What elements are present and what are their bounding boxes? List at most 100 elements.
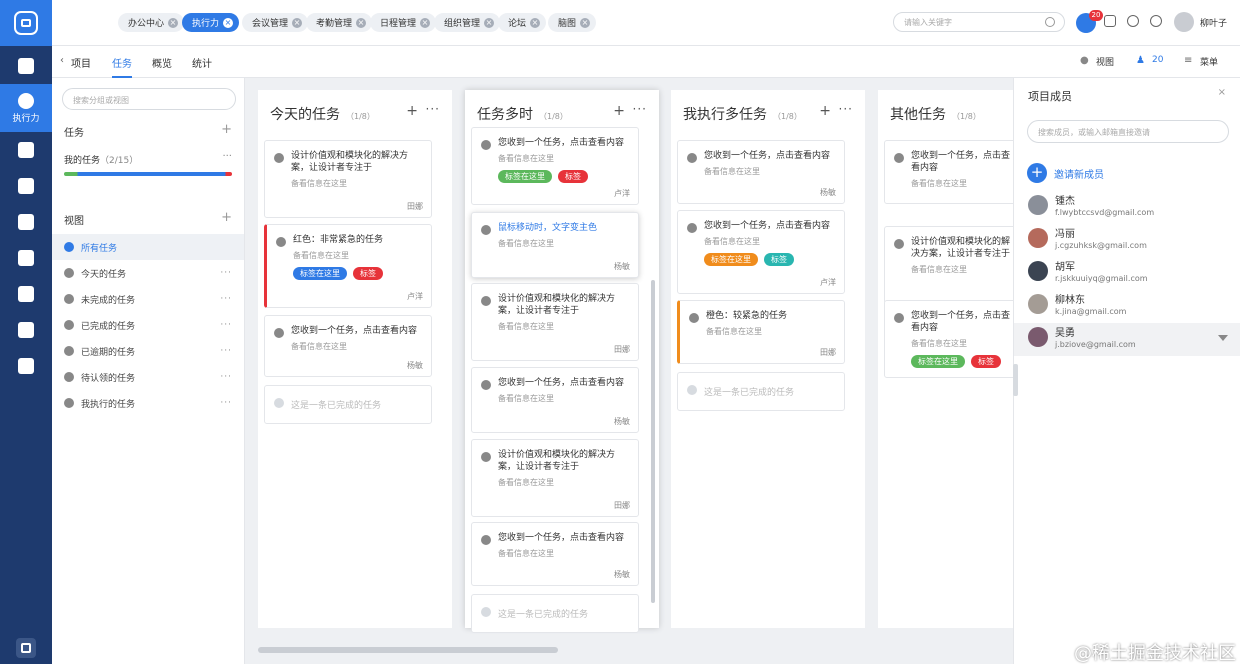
task-card[interactable]: 橙色：较紧急的任务 备看信息在这里 田娜: [677, 300, 845, 364]
add-view-icon[interactable]: +: [221, 210, 232, 225]
completed-task-card[interactable]: 这是一条已完成的任务: [471, 594, 639, 633]
task-card[interactable]: 设计价值观和模块化的解决方案，让设计者专注于 备看信息在这里 田娜: [264, 140, 432, 218]
task-tag[interactable]: 标签: [764, 253, 794, 266]
task-card[interactable]: 红色：非常紧急的任务 备看信息在这里 标签在这里 标签 卢洋: [264, 224, 432, 308]
check-icon[interactable]: [274, 398, 284, 408]
view-item[interactable]: 已完成的任务 ···: [52, 312, 244, 338]
member-item[interactable]: 柳林东 k.jina@gmail.com: [1014, 290, 1240, 323]
task-card[interactable]: 您收到一个任务，点击查看内容 备看信息在这里 标签在这里 标签 卢洋: [471, 127, 639, 205]
member-icon[interactable]: ♟: [1136, 55, 1145, 66]
task-status-icon[interactable]: [481, 296, 491, 306]
add-task-icon[interactable]: +: [221, 122, 232, 137]
task-card[interactable]: 设计价值观和模块化的解决方案，让设计者专注于 备看信息在这里: [884, 226, 1024, 304]
task-card[interactable]: 您收到一个任务，点击查看内容 备看信息在这里 标签在这里 标签 卢洋: [677, 210, 845, 294]
task-tag[interactable]: 标签在这里: [704, 253, 758, 266]
nav-touch[interactable]: [0, 168, 52, 204]
column-more-icon[interactable]: ···: [633, 102, 647, 116]
completed-task-card[interactable]: 这是一条已完成的任务: [677, 372, 845, 411]
task-status-icon[interactable]: [687, 223, 697, 233]
apps-grid-icon[interactable]: [16, 638, 36, 658]
tab-7[interactable]: 脑图 ×: [548, 13, 597, 32]
eye-icon[interactable]: ●: [1080, 55, 1089, 66]
back-project[interactable]: 项目: [71, 55, 91, 70]
my-tasks[interactable]: 我的任务（2/15）: [64, 153, 138, 166]
user-name[interactable]: 柳叶子: [1200, 16, 1227, 29]
tab-3[interactable]: 考勤管理 ×: [306, 13, 373, 32]
view-more-icon[interactable]: ···: [220, 294, 232, 304]
task-status-icon[interactable]: [481, 140, 491, 150]
power-icon[interactable]: [1150, 15, 1162, 27]
task-tag[interactable]: 标签在这里: [293, 267, 347, 280]
task-status-icon[interactable]: [276, 237, 286, 247]
tab-4[interactable]: 日程管理 ×: [370, 13, 437, 32]
search-input[interactable]: 请输入关键字: [893, 12, 1065, 32]
view-item[interactable]: 待认领的任务 ···: [52, 364, 244, 390]
nav-mindmap[interactable]: [0, 312, 52, 348]
tab-1[interactable]: 执行力 ×: [182, 13, 240, 32]
tab-5[interactable]: 组织管理 ×: [434, 13, 501, 32]
view-more-icon[interactable]: ···: [220, 372, 232, 382]
add-card-icon[interactable]: +: [406, 103, 418, 119]
task-status-icon[interactable]: [481, 380, 491, 390]
close-icon[interactable]: ×: [292, 17, 303, 28]
tab-6[interactable]: 论坛 ×: [498, 13, 547, 32]
close-icon[interactable]: ×: [530, 17, 541, 28]
task-status-icon[interactable]: [894, 153, 904, 163]
column-more-icon[interactable]: ···: [426, 102, 440, 116]
check-icon[interactable]: [481, 607, 491, 617]
task-status-icon[interactable]: [894, 239, 904, 249]
task-card[interactable]: 您收到一个任务，点击查看内容 备看信息在这里: [884, 140, 1024, 204]
column-more-icon[interactable]: ···: [839, 102, 853, 116]
task-status-icon[interactable]: [481, 452, 491, 462]
task-status-icon[interactable]: [274, 153, 284, 163]
view-more-icon[interactable]: ···: [220, 320, 232, 330]
nav-team[interactable]: [0, 276, 52, 312]
back-icon[interactable]: ‹: [60, 55, 64, 66]
column-scrollbar[interactable]: [651, 280, 655, 603]
nav-office[interactable]: [0, 48, 52, 84]
panel-drag-handle[interactable]: [1013, 364, 1018, 396]
view-item[interactable]: 我执行的任务 ···: [52, 390, 244, 416]
task-tag[interactable]: 标签: [558, 170, 588, 183]
invite-member-button[interactable]: + 邀请新成员: [1027, 163, 1104, 183]
view-item[interactable]: 今天的任务 ···: [52, 260, 244, 286]
nav-org[interactable]: [0, 240, 52, 276]
task-tag[interactable]: 标签: [971, 355, 1001, 368]
view-more-icon[interactable]: ···: [220, 398, 232, 408]
task-status-icon[interactable]: [687, 153, 697, 163]
task-status-icon[interactable]: [481, 225, 491, 235]
member-item[interactable]: 锺杰 f.lwybtccsvd@gmail.com: [1014, 191, 1240, 224]
tab-overview[interactable]: 概览: [152, 55, 172, 70]
nav-execution[interactable]: 执行力: [0, 84, 52, 132]
view-item[interactable]: 未完成的任务 ···: [52, 286, 244, 312]
my-tasks-more-icon[interactable]: ···: [222, 151, 232, 162]
menu-icon[interactable]: ≡: [1184, 55, 1192, 66]
view-button[interactable]: 视图: [1096, 55, 1114, 68]
close-icon[interactable]: ×: [420, 17, 431, 28]
task-tag[interactable]: 标签在这里: [911, 355, 965, 368]
view-item[interactable]: 所有任务: [52, 234, 244, 260]
add-card-icon[interactable]: +: [819, 103, 831, 119]
task-card[interactable]: 您收到一个任务，点击查看内容 备看信息在这里 杨敏: [677, 140, 845, 204]
task-card[interactable]: 您收到一个任务，点击查看内容 备看信息在这里 标签在这里 标签: [884, 300, 1024, 378]
menu-button[interactable]: 菜单: [1200, 55, 1218, 68]
tab-0[interactable]: 办公中心 ×: [118, 13, 185, 32]
nav-monitor[interactable]: [0, 348, 52, 384]
nav-calendar[interactable]: [0, 204, 52, 240]
task-card[interactable]: 设计价值观和模块化的解决方案，让设计者专注于 备看信息在这里 田娜: [471, 283, 639, 361]
task-card[interactable]: 鼠标移动时，文字变主色 备看信息在这里 杨敏: [471, 212, 639, 278]
tab-tasks[interactable]: 任务: [112, 55, 132, 78]
task-card[interactable]: 您收到一个任务，点击查看内容 备看信息在这里 杨敏: [471, 367, 639, 433]
task-card[interactable]: 您收到一个任务，点击查看内容 备看信息在这里 杨敏: [264, 315, 432, 377]
app-logo[interactable]: [0, 0, 52, 46]
view-item[interactable]: 已逾期的任务 ···: [52, 338, 244, 364]
tab-2[interactable]: 会议管理 ×: [242, 13, 309, 32]
close-icon[interactable]: ×: [223, 17, 234, 28]
member-item[interactable]: 吴勇 j.bziove@gmail.com: [1014, 323, 1240, 356]
task-tag[interactable]: 标签: [353, 267, 383, 280]
close-icon[interactable]: ×: [168, 17, 179, 28]
view-more-icon[interactable]: ···: [220, 346, 232, 356]
close-icon[interactable]: ×: [1218, 87, 1226, 98]
task-status-icon[interactable]: [894, 313, 904, 323]
nav-people[interactable]: [0, 132, 52, 168]
